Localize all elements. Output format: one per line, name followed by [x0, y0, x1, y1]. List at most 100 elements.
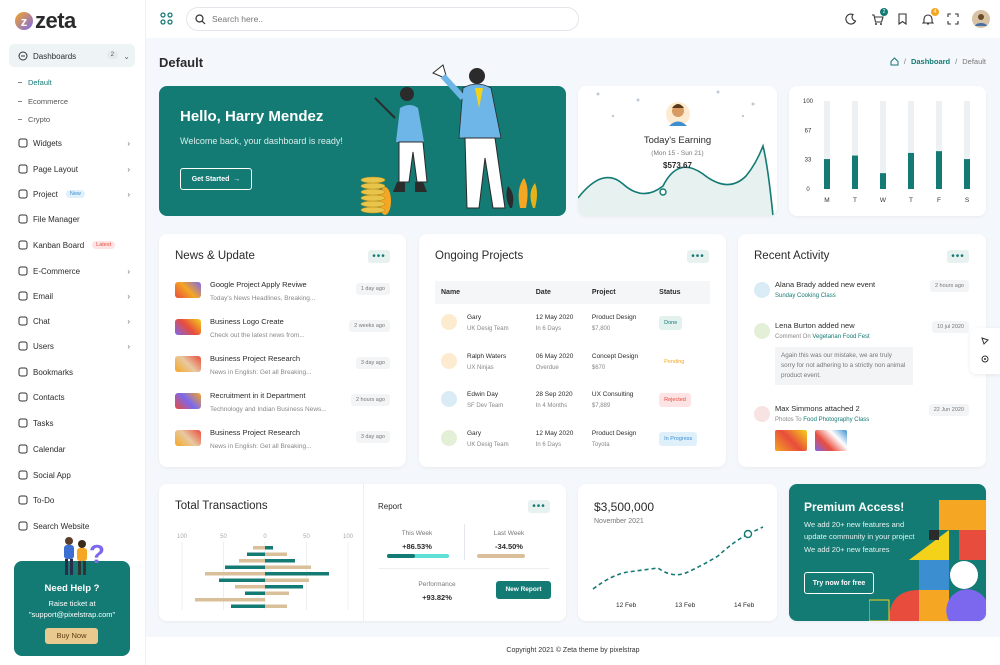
chevron-right-icon: ›	[127, 266, 130, 276]
axis-tick: 0	[263, 534, 267, 540]
footer: Copyright 2021 © Zeta theme by pixelstra…	[146, 637, 1000, 665]
sidebar-sub-ecommerce[interactable]: Ecommerce	[18, 97, 68, 106]
col-name: Name	[435, 281, 530, 304]
sidebar-item-tasks[interactable]: Tasks	[18, 416, 130, 430]
transactions-card: Total Transactions 100 50 0 50 100 Report ••…	[159, 484, 566, 621]
sidebar-item-search[interactable]: Search Website	[18, 519, 130, 533]
activity-time: 2 hours ago	[929, 280, 969, 292]
breadcrumb-dashboard-link[interactable]: Dashboard	[911, 57, 950, 66]
sidebar-item-users[interactable]: Users ›	[18, 339, 130, 353]
news-item[interactable]: Recruitment in it Department Technology a…	[175, 391, 390, 421]
sidebar-item-bookmark[interactable]: Bookmarks	[18, 365, 130, 379]
x-tick: T	[853, 197, 857, 204]
news-item[interactable]: Google Project Apply Reviwe Today's News …	[175, 280, 390, 310]
news-item[interactable]: Business Project Research News in English…	[175, 354, 390, 384]
earning-card: Today's Earning (Mon 15 - Sun 21) $573.6…	[578, 86, 777, 216]
moon-icon[interactable]	[844, 12, 858, 26]
chevron-down-icon: ⌄	[123, 51, 130, 61]
bar	[265, 604, 287, 608]
table-row[interactable]: Ralph Waters UX Ninjas 06 May 2020 Overdue C…	[435, 343, 710, 382]
fullscreen-icon[interactable]	[946, 12, 960, 26]
help-title: Need Help ?	[44, 583, 100, 594]
bar	[265, 585, 303, 589]
sidebar-item-widgets[interactable]: Widgets ›	[18, 136, 130, 150]
activity-more-button[interactable]: •••	[947, 250, 969, 263]
x-tick: 12 Feb	[616, 602, 637, 609]
sidebar-item-calendar[interactable]: Calendar	[18, 442, 130, 456]
sidebar-item-label: Users	[33, 341, 54, 351]
get-started-button[interactable]: Get Started →	[180, 168, 252, 190]
bar	[231, 604, 265, 608]
home-icon[interactable]	[890, 57, 899, 66]
activity-comment: Again this was our mistake, we are truly…	[775, 347, 913, 385]
try-now-button[interactable]: Try now for free	[804, 572, 874, 594]
news-more-button[interactable]: •••	[368, 250, 390, 263]
sidebar-item-mail[interactable]: Email ›	[18, 289, 130, 303]
bar	[225, 565, 265, 569]
avatar	[754, 323, 770, 339]
avatar	[441, 314, 457, 331]
this-week-bar	[387, 554, 449, 558]
bookmark-icon[interactable]	[895, 12, 909, 26]
topbar: 2 4	[146, 0, 1000, 38]
bar	[219, 578, 265, 582]
x-tick: M	[824, 197, 829, 204]
attached-photo-2[interactable]	[815, 430, 847, 451]
bell-icon[interactable]: 4	[921, 8, 939, 26]
search-input[interactable]	[212, 14, 552, 24]
date-cell: 06 May 2020 Overdue	[535, 352, 574, 371]
bar	[265, 546, 273, 550]
x-tick: S	[965, 197, 970, 204]
premium-line-3: We add 20+ new features	[804, 545, 890, 554]
sidebar-sub-crypto[interactable]: Crypto	[18, 115, 50, 124]
col-date: Date	[529, 281, 586, 304]
this-week-label: This Week	[401, 530, 433, 537]
projects-more-button[interactable]: •••	[687, 250, 709, 263]
table-row[interactable]: Gary UK Desig Team 12 May 2020 In 6 Days Pro…	[435, 420, 710, 459]
weekly-bar-chart-card: 100 67 33 0 M T W T F S	[789, 86, 986, 216]
new-report-button[interactable]: New Report	[496, 581, 551, 599]
sidebar-item-cart[interactable]: E-Commerce ›	[18, 264, 130, 278]
activity-item[interactable]: Lena Burton added new Comment On Vegetar…	[754, 321, 969, 385]
sidebar-dashboards-row[interactable]: Dashboards 2 ⌄	[18, 49, 130, 63]
report-more-button[interactable]: •••	[528, 500, 550, 513]
y-tick: 67	[805, 128, 812, 134]
news-time: 3 day ago	[355, 357, 390, 369]
status-cell: In Progress	[653, 420, 710, 459]
avatar	[754, 282, 770, 298]
sidebar-item-contact[interactable]: Contacts	[18, 390, 130, 404]
y-tick: 33	[805, 158, 812, 164]
sidebar-badge: Latest	[92, 241, 116, 249]
gear-icon[interactable]	[980, 354, 990, 364]
help-illustration-icon: ?	[64, 537, 105, 575]
paint-icon[interactable]	[980, 336, 990, 346]
buy-now-button[interactable]: Buy Now	[45, 628, 98, 644]
grid-menu-icon[interactable]	[160, 12, 173, 25]
sidebar-item-social[interactable]: Social App	[18, 468, 130, 482]
activity-item[interactable]: Max Simmons attached 2 Photos To Food Ph…	[754, 404, 969, 454]
bar	[195, 598, 265, 602]
logo[interactable]: z zeta	[15, 8, 76, 34]
news-item-sub: News in English: Get all Breaking...	[210, 369, 312, 376]
sidebar-sub-default[interactable]: Default	[18, 78, 52, 87]
user-avatar[interactable]	[972, 10, 990, 28]
performance-label: Performance	[418, 581, 456, 588]
news-item-sub: Today's News Headlines, Breaking...	[210, 295, 316, 302]
news-item[interactable]: Business Project Research News in English…	[175, 428, 390, 458]
premium-pattern-icon	[869, 500, 986, 621]
sidebar-item-layout[interactable]: Page Layout ›	[18, 162, 130, 176]
sidebar-item-file[interactable]: File Manager	[18, 212, 130, 226]
attached-photo-1[interactable]	[775, 430, 807, 451]
cart-icon[interactable]: 2	[870, 8, 888, 26]
activity-item[interactable]: Alana Brady added new event Sunday Cooki…	[754, 280, 969, 304]
sidebar-item-chat[interactable]: Chat ›	[18, 314, 130, 328]
news-time: 2 hours ago	[350, 394, 390, 406]
y-tick: 0	[806, 187, 810, 193]
table-row[interactable]: Edwin Day SF Dev Team 28 Sep 2020 In 4 Mont…	[435, 381, 710, 420]
sidebar-item-project[interactable]: Project New ›	[18, 187, 130, 201]
sidebar-item-todo[interactable]: To-Do	[18, 493, 130, 507]
sidebar-item-label: Search Website	[33, 521, 90, 531]
table-row[interactable]: Gary UK Desig Team 12 May 2020 In 6 Days Pro…	[435, 304, 710, 343]
sidebar-item-kanban[interactable]: Kanban Board Latest	[18, 238, 130, 252]
news-item[interactable]: Business Logo Create Check out the latest…	[175, 317, 390, 347]
